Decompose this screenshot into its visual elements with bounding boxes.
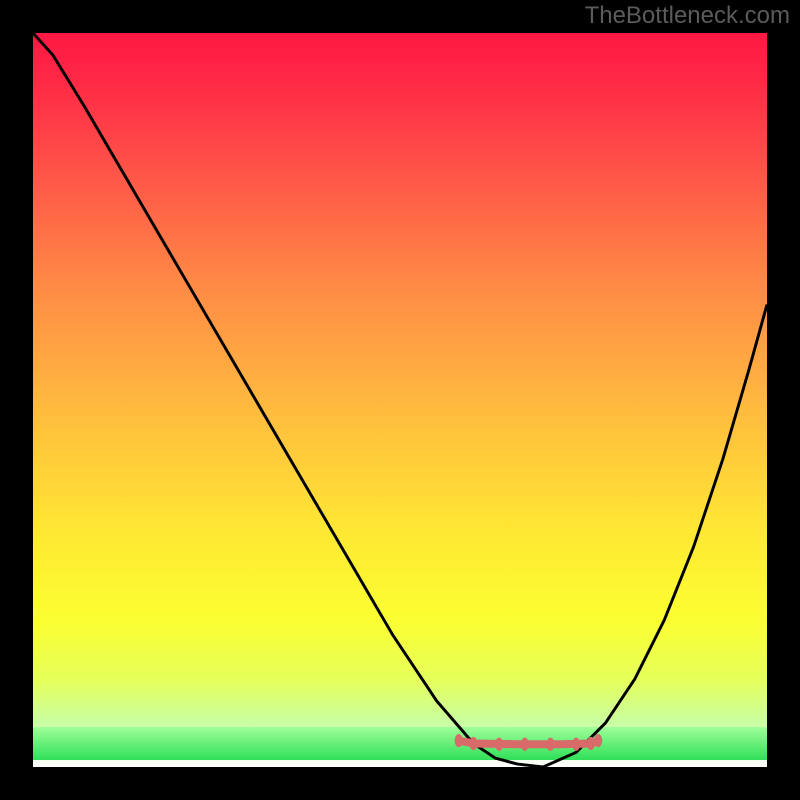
curve-left	[33, 33, 543, 767]
chart-frame: TheBottleneck.com	[0, 0, 800, 800]
watermark-text: TheBottleneck.com	[585, 2, 790, 30]
curve-right	[543, 305, 767, 767]
bottleneck-curve	[33, 33, 767, 767]
plot-area	[33, 33, 767, 767]
